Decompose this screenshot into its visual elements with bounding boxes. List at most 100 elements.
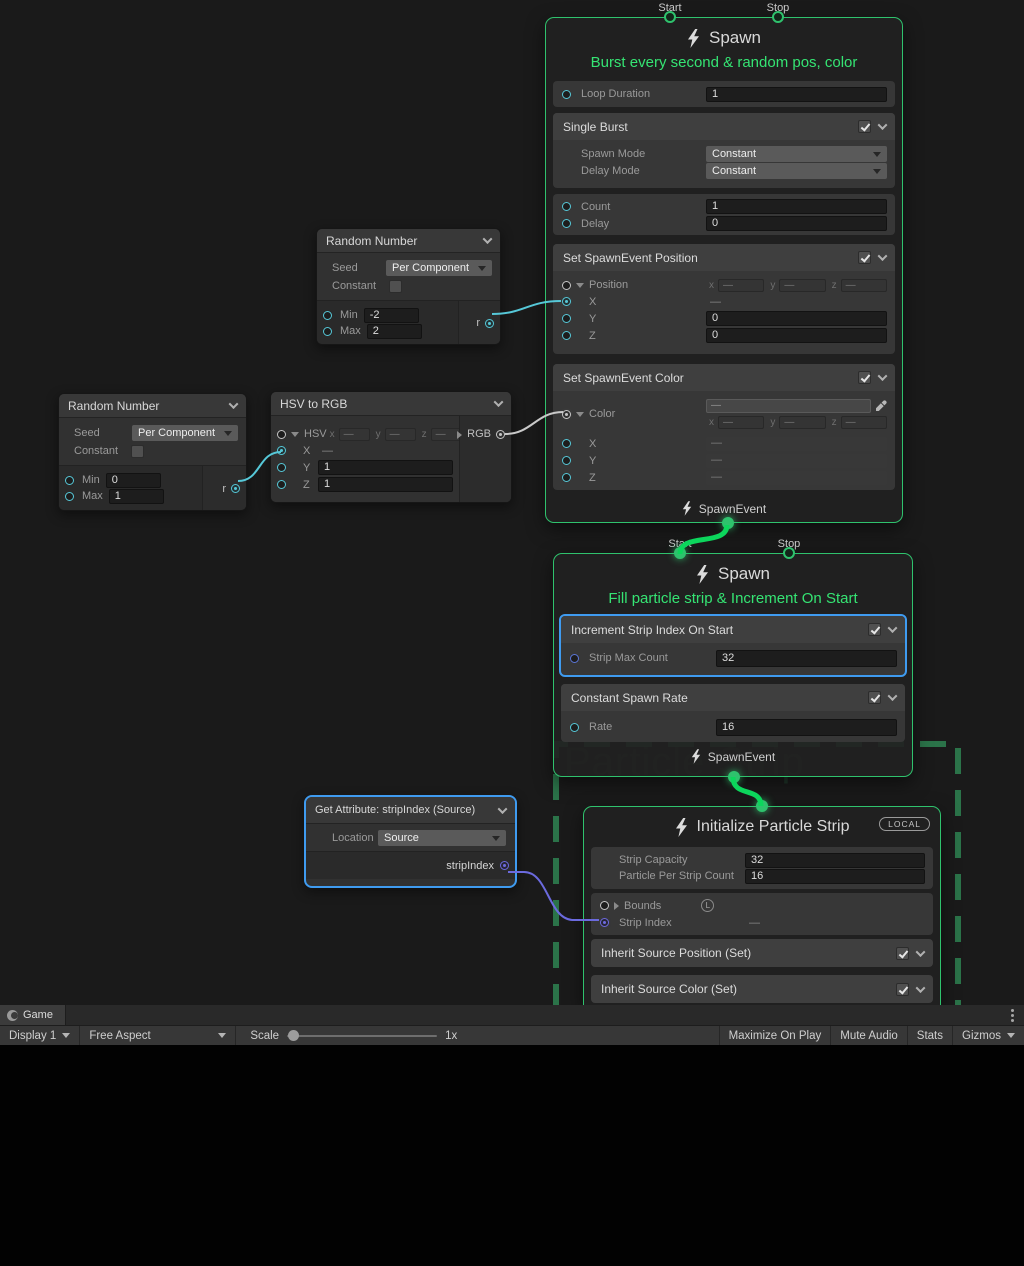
tab-game[interactable]: Game <box>0 1005 66 1025</box>
mini-field[interactable]: — <box>841 279 887 292</box>
chevron-down-icon[interactable] <box>498 804 508 814</box>
value-field[interactable]: 32 <box>745 853 925 868</box>
mini-field[interactable]: — <box>339 428 370 441</box>
color-input-port-connected[interactable] <box>562 410 571 419</box>
block-bounds-stripindex[interactable]: Bounds L Strip Index — <box>591 893 933 935</box>
expander-right-icon[interactable] <box>457 431 462 439</box>
block-increment-strip-index-selected[interactable]: Increment Strip Index On Start Strip Max… <box>559 614 907 677</box>
slider-knob[interactable] <box>288 1030 299 1041</box>
value-field[interactable]: 2 <box>367 324 422 339</box>
vector-input-port[interactable] <box>277 430 286 439</box>
uint-output-port-connected[interactable] <box>500 861 509 870</box>
block-count-delay[interactable]: Count 1 Delay 0 <box>553 194 895 235</box>
delay-mode-dropdown[interactable]: Constant <box>706 163 887 179</box>
chevron-down-icon[interactable] <box>229 399 239 409</box>
mini-field[interactable]: — <box>718 279 764 292</box>
block-set-spawnevent-position[interactable]: Set SpawnEvent Position Position x— y— z… <box>553 244 895 354</box>
float-output-port-connected[interactable] <box>485 319 494 328</box>
color-swatch[interactable]: — <box>706 399 871 413</box>
expander-down-icon[interactable] <box>576 283 584 288</box>
float-input-port[interactable] <box>323 311 332 320</box>
constant-checkbox[interactable] <box>389 280 402 293</box>
mini-field[interactable]: — <box>779 416 825 429</box>
initialize-particle-strip-context[interactable]: Initialize Particle Strip LOCAL Strip Ca… <box>583 806 941 1005</box>
flow-input-port-start-connected[interactable] <box>674 547 686 559</box>
gizmos-dropdown[interactable]: Gizmos <box>952 1026 1024 1045</box>
value-field[interactable]: 16 <box>745 869 925 884</box>
float-input-port[interactable] <box>562 202 571 211</box>
uint-input-port-connected[interactable] <box>600 918 609 927</box>
value-field[interactable]: 0 <box>706 311 887 326</box>
flow-input-port-start[interactable] <box>664 11 676 23</box>
block-constant-spawn-rate[interactable]: Constant Spawn Rate Rate 16 <box>561 684 905 742</box>
block-strip-settings[interactable]: Strip Capacity 32 Particle Per Strip Cou… <box>591 847 933 889</box>
mini-field[interactable]: — <box>841 416 887 429</box>
chevron-down-icon[interactable] <box>878 120 888 130</box>
spawn-strip-context[interactable]: Start Stop Spawn Fill particle strip & I… <box>553 553 913 777</box>
float-input-port[interactable] <box>277 463 286 472</box>
slider-track[interactable] <box>287 1035 437 1037</box>
float-input-port[interactable] <box>323 327 332 336</box>
uint-input-port[interactable] <box>570 654 579 663</box>
block-set-spawnevent-color[interactable]: Set SpawnEvent Color Color — <box>553 364 895 490</box>
flow-output-port[interactable] <box>728 771 740 783</box>
float-input-port[interactable] <box>562 90 571 99</box>
random-number-hue-node[interactable]: Random Number Seed Per Component Constan… <box>58 393 247 511</box>
eyedropper-icon[interactable] <box>875 400 887 412</box>
value-field[interactable]: 1 <box>706 199 887 214</box>
float-input-port[interactable] <box>562 473 571 482</box>
block-enabled-checkbox[interactable] <box>858 251 871 264</box>
value-field[interactable]: 1 <box>318 460 453 475</box>
block-enabled-checkbox[interactable] <box>896 983 909 996</box>
chevron-down-icon[interactable] <box>916 983 926 993</box>
seed-dropdown[interactable]: Per Component <box>132 425 238 441</box>
scale-slider[interactable] <box>287 1029 437 1043</box>
value-field[interactable]: -2 <box>364 308 419 323</box>
aspect-ratio-dropdown[interactable]: Free Aspect <box>80 1026 236 1045</box>
chevron-down-icon[interactable] <box>878 371 888 381</box>
random-number-position-node[interactable]: Random Number Seed Per Component Constan… <box>316 228 501 345</box>
block-enabled-checkbox[interactable] <box>858 371 871 384</box>
location-dropdown[interactable]: Source <box>378 830 506 846</box>
block-enabled-checkbox[interactable] <box>868 623 881 636</box>
block-enabled-checkbox[interactable] <box>858 120 871 133</box>
block-loop-duration[interactable]: Loop Duration 1 <box>553 81 895 107</box>
expander-down-icon[interactable] <box>291 432 299 437</box>
display-dropdown[interactable]: Display 1 <box>0 1026 80 1045</box>
seed-dropdown[interactable]: Per Component <box>386 260 492 276</box>
local-space-badge[interactable]: LOCAL <box>879 817 930 831</box>
chevron-down-icon[interactable] <box>878 251 888 261</box>
float-input-port[interactable] <box>65 492 74 501</box>
mini-field[interactable]: — <box>385 428 416 441</box>
mini-field[interactable]: — <box>718 416 764 429</box>
flow-output-port[interactable] <box>722 517 734 529</box>
value-field[interactable]: 0 <box>706 216 887 231</box>
chevron-down-icon[interactable] <box>888 691 898 701</box>
color-output-port-connected[interactable] <box>496 430 505 439</box>
kebab-menu-icon[interactable] <box>1011 1014 1014 1017</box>
value-field[interactable]: 1 <box>706 87 887 102</box>
float-output-port-connected[interactable] <box>231 484 240 493</box>
chevron-down-icon[interactable] <box>494 397 504 407</box>
chevron-down-icon[interactable] <box>888 623 898 633</box>
constant-checkbox[interactable] <box>131 445 144 458</box>
float-input-port-connected[interactable] <box>277 446 286 455</box>
value-field[interactable]: 32 <box>716 650 897 667</box>
block-enabled-checkbox[interactable] <box>868 691 881 704</box>
aabox-input-port[interactable] <box>600 901 609 910</box>
local-mode-icon[interactable]: L <box>701 899 714 912</box>
chevron-down-icon[interactable] <box>483 234 493 244</box>
block-inherit-source-color[interactable]: Inherit Source Color (Set) <box>591 975 933 1003</box>
expander-down-icon[interactable] <box>576 412 584 417</box>
float-input-port[interactable] <box>562 314 571 323</box>
block-single-burst[interactable]: Single Burst Spawn Mode Constant <box>553 113 895 188</box>
stats-button[interactable]: Stats <box>907 1026 952 1045</box>
float-input-port-connected[interactable] <box>562 297 571 306</box>
float-input-port[interactable] <box>562 456 571 465</box>
float-input-port[interactable] <box>562 331 571 340</box>
value-field[interactable]: 0 <box>706 328 887 343</box>
vector-input-port[interactable] <box>562 281 571 290</box>
game-viewport[interactable] <box>0 1045 1024 1266</box>
float-input-port[interactable] <box>562 439 571 448</box>
maximize-on-play-button[interactable]: Maximize On Play <box>719 1026 831 1045</box>
